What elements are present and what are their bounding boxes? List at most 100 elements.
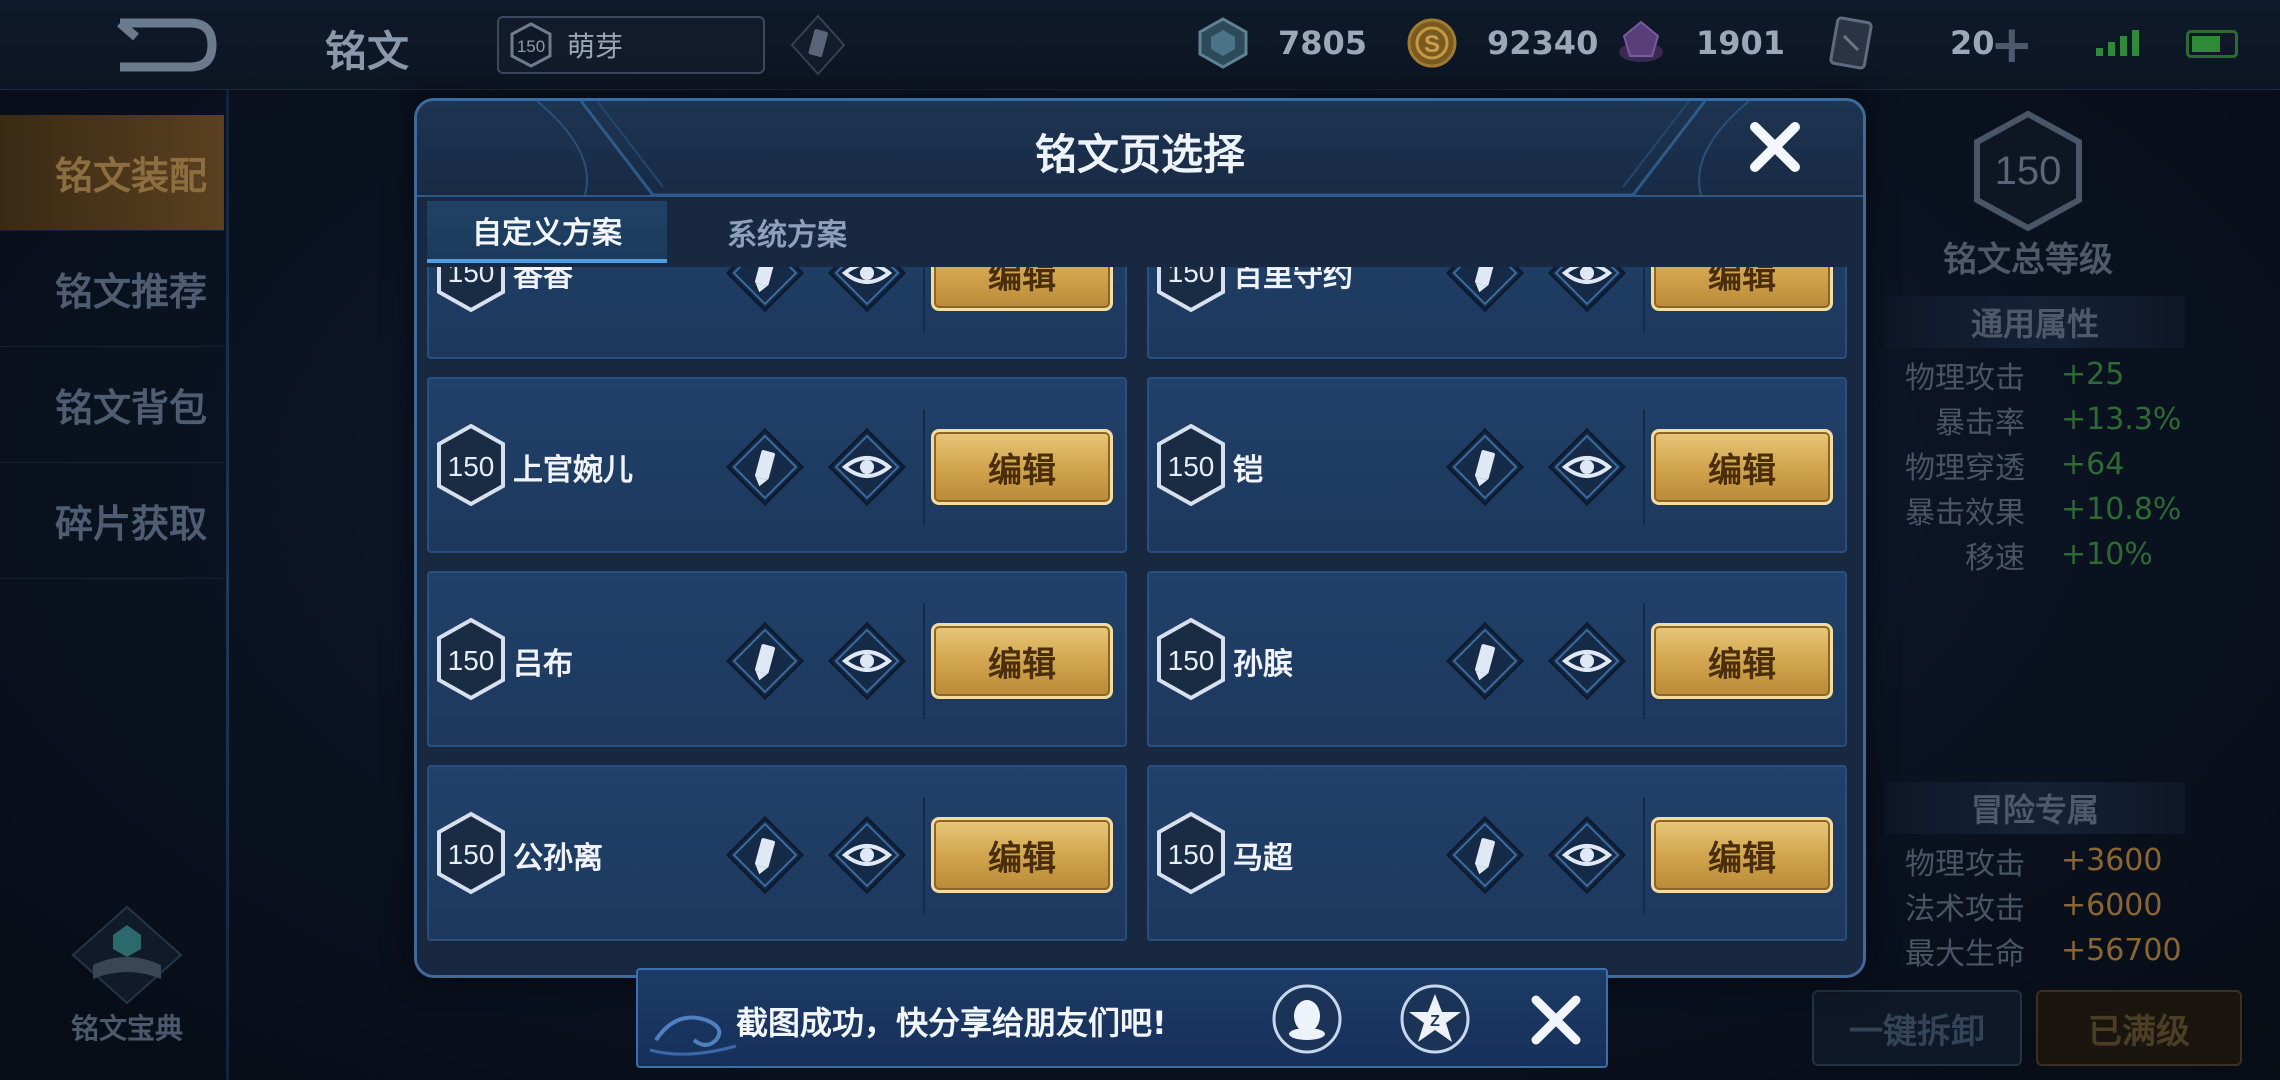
edit-button[interactable]: 编辑 [1651,429,1833,505]
level-number: 150 [517,37,545,56]
edit-button[interactable]: 编辑 [931,429,1113,505]
hero-name: 上官婉儿 [513,453,633,488]
toast-close-icon[interactable] [1526,990,1586,1050]
rename-pen-icon[interactable] [725,267,805,313]
edit-button[interactable]: 编辑 [1651,267,1833,311]
level-name: 萌芽 [567,30,624,63]
level-hex-icon: 150 [437,267,505,313]
page-level: 150 [1168,645,1215,676]
sidebar-item-recommend[interactable]: 铭文推荐 [0,231,224,347]
tab-system-plans[interactable]: 系统方案 [667,201,907,263]
rune-page-select-dialog: 铭文页选择 自定义方案 系统方案 150 香香 编辑 150 百里守约 编辑 1… [414,98,1866,978]
preview-eye-icon[interactable] [1547,815,1627,895]
hero-name: 百里守约 [1233,267,1353,294]
card-separator [923,603,925,719]
preview-eye-icon[interactable] [1547,621,1627,701]
qzone-share-icon[interactable]: Z [1398,982,1472,1056]
stat-row: 最大生命 +56700 [1895,928,2225,973]
stat-key: 移速 [1965,540,2025,576]
edit-button[interactable]: 编辑 [931,623,1113,699]
rune-page-card[interactable]: 150 铠 编辑 [1147,377,1847,553]
edit-button[interactable]: 编辑 [1651,623,1833,699]
resource-card[interactable]: 20 [1824,16,1995,70]
preview-eye-icon[interactable] [827,621,907,701]
resource-gold[interactable]: S 92340 [1405,16,1598,70]
rename-pen-icon[interactable] [1445,815,1525,895]
tab-custom-plans[interactable]: 自定义方案 [427,201,667,263]
sidebar-item-bag[interactable]: 铭文背包 [0,347,224,463]
stat-value: +56700 [2061,933,2182,968]
add-plus-icon[interactable]: + [1990,19,2034,71]
card-separator [1643,797,1645,913]
level-hex-icon: 150 [1157,423,1225,507]
rune-page-list[interactable]: 150 香香 编辑 150 百里守约 编辑 150 上官婉儿 编辑 150 铠 [427,267,1857,975]
general-attributes-title: 通用属性 [1885,296,2185,348]
gold-coin-icon: S [1407,18,1457,68]
stat-key: 法术攻击 [1905,891,2025,927]
stat-key: 物理攻击 [1905,360,2025,396]
close-icon[interactable] [1743,115,1807,179]
rune-page-card[interactable]: 150 孙膑 编辑 [1147,571,1847,747]
hero-name: 香香 [513,267,573,294]
rune-page-card[interactable]: 150 上官婉儿 编辑 [427,377,1127,553]
rune-page-card[interactable]: 150 马超 编辑 [1147,765,1847,941]
card-separator [1643,409,1645,525]
preview-eye-icon[interactable] [827,815,907,895]
rune-page-card[interactable]: 150 香香 编辑 [427,267,1127,359]
screenshot-share-toast: 截图成功，快分享给朋友们吧! Z [636,968,1608,1068]
svg-text:Z: Z [1430,1013,1440,1030]
max-level-button[interactable]: 已满级 [2036,990,2242,1066]
rename-pen-icon[interactable] [725,427,805,507]
stat-value: +10% [2061,537,2153,572]
hero-name: 马超 [1233,841,1293,876]
stat-row: 物理穿透 +64 [1895,442,2225,487]
preview-eye-icon[interactable] [1547,267,1627,313]
rename-pen-icon[interactable] [1445,427,1525,507]
player-level-badge[interactable]: 150 萌芽 [497,16,765,74]
stat-key: 暴击效果 [1905,495,2025,531]
rename-pen-icon[interactable] [1445,267,1525,313]
card-separator [1643,267,1645,331]
stat-row: 物理攻击 +25 [1895,352,2225,397]
resource-value: 1901 [1696,24,1786,62]
page-level: 150 [448,267,495,288]
rename-pen-icon[interactable] [1445,621,1525,701]
rename-pen-icon[interactable] [725,815,805,895]
stat-key: 暴击率 [1935,405,2025,441]
rune-page-card[interactable]: 150 公孙离 编辑 [427,765,1127,941]
diamond-icon [1198,17,1248,69]
hero-name: 铠 [1233,453,1263,488]
sidebar-divider [226,90,229,1080]
dismount-all-button[interactable]: 一键拆卸 [1812,990,2022,1066]
resource-crystal[interactable]: 1901 [1614,16,1785,70]
level-hex-icon: 150 [1157,811,1225,895]
adventure-stats-list: 物理攻击 +3600 法术攻击 +6000 最大生命 +56700 [1895,838,2225,973]
sidebar-item-equip[interactable]: 铭文装配 [0,115,224,231]
rune-page-card[interactable]: 150 百里守约 编辑 [1147,267,1847,359]
card-icon [1829,16,1873,70]
preview-eye-icon[interactable] [1547,427,1627,507]
rename-pen-icon[interactable] [725,621,805,701]
rename-pen-icon[interactable] [790,14,846,76]
page-level: 150 [448,645,495,676]
page-level: 150 [1168,267,1215,288]
preview-eye-icon[interactable] [827,427,907,507]
qq-share-icon[interactable] [1270,982,1344,1056]
battery-icon [2186,30,2238,58]
level-hex-icon: 150 [437,423,505,507]
resource-value: 7805 [1278,24,1368,62]
edit-button[interactable]: 编辑 [931,817,1113,893]
codex-button[interactable]: 铭文宝典 [52,905,202,1055]
stat-key: 最大生命 [1905,936,2025,972]
rune-page-card[interactable]: 150 吕布 编辑 [427,571,1127,747]
edit-button[interactable]: 编辑 [931,267,1113,311]
edit-button[interactable]: 编辑 [1651,817,1833,893]
resource-value: 92340 [1487,24,1599,62]
total-level-label: 铭文总等级 [1943,240,2113,280]
svg-text:S: S [1424,31,1440,58]
back-button[interactable] [50,8,270,82]
stat-value: +13.3% [2061,402,2182,437]
sidebar-item-fragments[interactable]: 碎片获取 [0,463,224,579]
resource-diamond[interactable]: 7805 [1196,16,1367,70]
preview-eye-icon[interactable] [827,267,907,313]
